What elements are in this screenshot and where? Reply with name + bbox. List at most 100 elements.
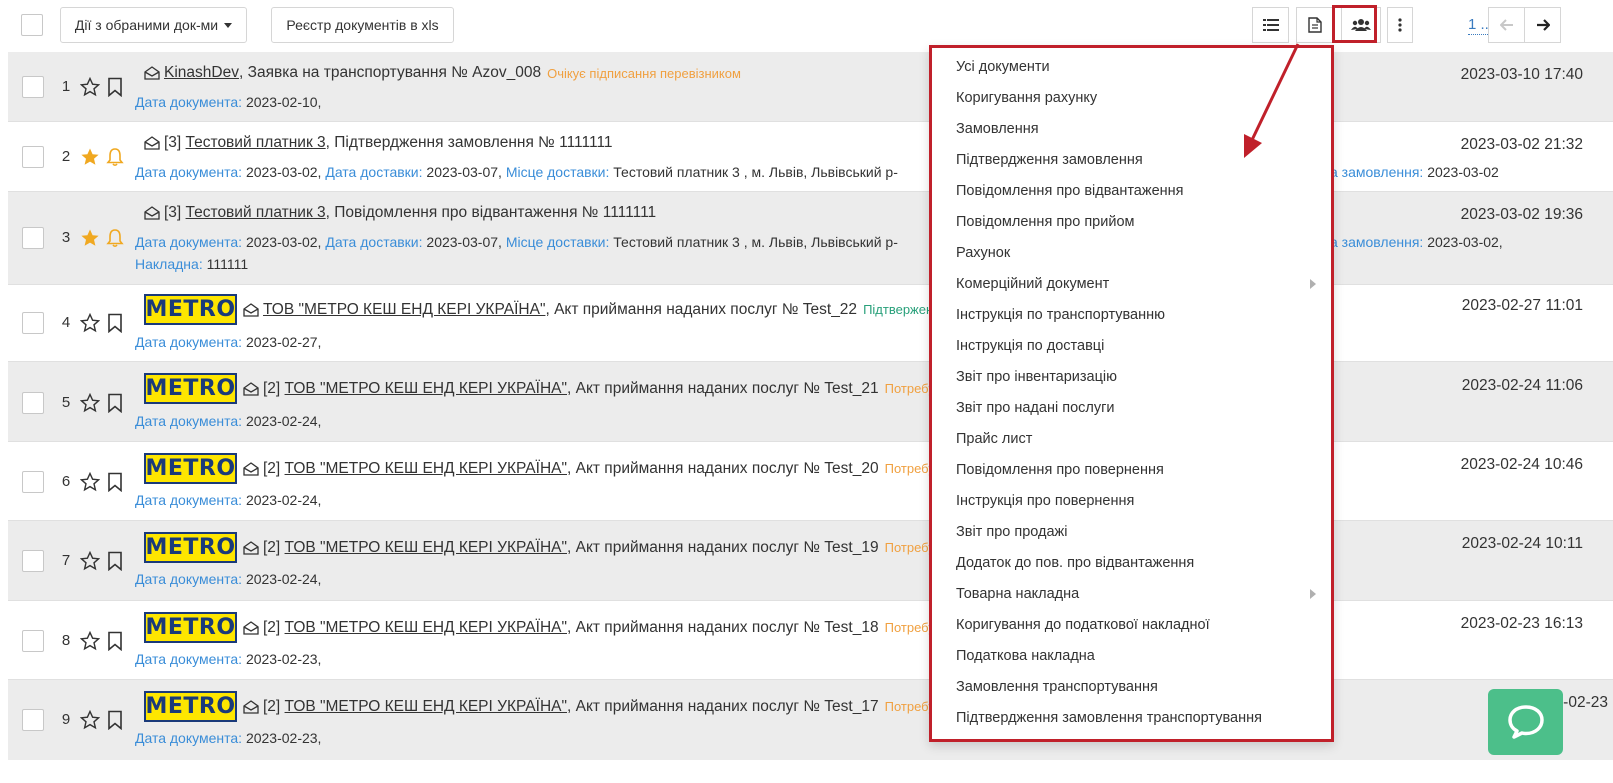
menu-item-transport-instruction[interactable]: Інструкція по транспортуванню: [956, 299, 1326, 330]
menu-item-commercial-document[interactable]: Комерційний документ: [956, 268, 1326, 299]
bookmark-icon[interactable]: [106, 631, 124, 651]
row-checkbox[interactable]: [22, 709, 44, 731]
menu-item-inventory-report[interactable]: Звіт про інвентаризацію: [956, 361, 1326, 392]
menu-item-return-instruction[interactable]: Інструкція про повернення: [956, 485, 1326, 516]
company-link[interactable]: KinashDev: [164, 64, 239, 82]
menu-item-invoice-correction[interactable]: Коригування рахунку: [956, 82, 1326, 113]
bookmark-icon[interactable]: [106, 551, 124, 571]
table-row[interactable]: 8 METRO [2] ТОВ "МЕТРО КЕШ ЕНД КЕРІ УКРА…: [8, 601, 1613, 680]
star-icon[interactable]: [80, 551, 100, 571]
bell-icon[interactable]: [106, 228, 124, 248]
bell-icon[interactable]: [106, 147, 124, 167]
document-name[interactable]: , Заявка на транспортування № Azov_008: [239, 64, 541, 82]
bookmark-icon[interactable]: [106, 77, 124, 97]
star-icon[interactable]: [80, 313, 100, 333]
star-icon[interactable]: [80, 393, 100, 413]
metro-logo-text: METRO: [145, 534, 236, 561]
menu-item-label: Повідомлення про прийом: [956, 213, 1135, 230]
menu-item-dispatch-notice[interactable]: Повідомлення про відвантаження: [956, 175, 1326, 206]
document-name[interactable]: , Підтвердження замовлення № 1111111: [326, 134, 613, 152]
bookmark-icon[interactable]: [106, 710, 124, 730]
menu-item-return-notice[interactable]: Повідомлення про повернення: [956, 454, 1326, 485]
menu-item-label: Повідомлення про повернення: [956, 461, 1164, 478]
row-checkbox[interactable]: [22, 227, 44, 249]
bookmark-icon[interactable]: [106, 313, 124, 333]
metro-logo: METRO: [144, 294, 237, 325]
status-badge: Підтвержен: [863, 302, 934, 317]
company-link[interactable]: Тестовий платник 3: [186, 204, 326, 222]
next-page-button[interactable]: [1524, 7, 1561, 43]
menu-item-price-list[interactable]: Прайс лист: [956, 423, 1326, 454]
menu-item-receipt-notice[interactable]: Повідомлення про прийом: [956, 206, 1326, 237]
menu-item-tax-invoice-correction[interactable]: Коригування до податкової накладної: [956, 609, 1326, 640]
select-all-checkbox[interactable]: [21, 14, 43, 36]
menu-item-all-documents[interactable]: Усі документи: [956, 51, 1326, 82]
registry-xls-button[interactable]: Реєстр документів в xls: [271, 7, 454, 43]
star-filled-icon[interactable]: [80, 147, 100, 167]
menu-item-waybill[interactable]: Товарна накладна: [956, 578, 1326, 609]
menu-item-invoice[interactable]: Рахунок: [956, 237, 1326, 268]
bulk-actions-button[interactable]: Дії з обраними док-ми: [60, 7, 247, 43]
more-options-button[interactable]: [1387, 7, 1413, 43]
menu-item-order[interactable]: Замовлення: [956, 113, 1326, 144]
bookmark-icon[interactable]: [106, 393, 124, 413]
document-name[interactable]: , Повідомлення про відвантаження № 11111…: [326, 204, 657, 222]
table-row[interactable]: 2 [3] Тестовий платник 3, Підтвердження …: [8, 122, 1613, 192]
menu-item-services-report[interactable]: Звіт про надані послуги: [956, 392, 1326, 423]
detail-value: 2023-02-23,: [245, 651, 322, 667]
prev-page-button[interactable]: [1488, 7, 1525, 43]
company-link[interactable]: ТОВ "МЕТРО КЕШ ЕНД КЕРІ УКРАЇНА": [285, 460, 567, 478]
metro-logo: METRO: [144, 373, 237, 404]
row-number: 9: [61, 711, 71, 728]
detail-label: Дата документа:: [135, 413, 243, 429]
metro-logo-text: METRO: [145, 614, 236, 641]
row-checkbox[interactable]: [22, 550, 44, 572]
document-name[interactable]: , Акт приймання наданих послуг № Test_21: [567, 380, 879, 398]
company-link[interactable]: ТОВ "МЕТРО КЕШ ЕНД КЕРІ УКРАЇНА": [285, 380, 567, 398]
row-checkbox[interactable]: [22, 146, 44, 168]
table-row[interactable]: 5 METRO [2] ТОВ "МЕТРО КЕШ ЕНД КЕРІ УКРА…: [8, 362, 1613, 442]
menu-item-label: Замовлення транспортування: [956, 678, 1158, 695]
row-number: 6: [61, 473, 71, 490]
document-icon: [1307, 17, 1322, 33]
document-name[interactable]: , Акт приймання наданих послуг № Test_20: [567, 460, 879, 478]
menu-item-transport-order-confirmation[interactable]: Підтвердження замовлення транспортування: [956, 702, 1326, 733]
detail-label: Дата документа:: [135, 94, 243, 110]
menu-item-tax-invoice[interactable]: Податкова накладна: [956, 640, 1326, 671]
list-view-button[interactable]: [1252, 7, 1289, 43]
star-icon[interactable]: [80, 710, 100, 730]
star-filled-icon[interactable]: [80, 228, 100, 248]
menu-item-delivery-instruction[interactable]: Інструкція по доставці: [956, 330, 1326, 361]
document-type-filter-button[interactable]: [1296, 7, 1333, 43]
row-checkbox[interactable]: [22, 392, 44, 414]
menu-item-sales-report[interactable]: Звіт про продажі: [956, 516, 1326, 547]
company-link[interactable]: ТОВ "МЕТРО КЕШ ЕНД КЕРІ УКРАЇНА": [285, 539, 567, 557]
menu-item-label: Податкова накладна: [956, 647, 1095, 664]
table-row[interactable]: 6 METRO [2] ТОВ "МЕТРО КЕШ ЕНД КЕРІ УКРА…: [8, 442, 1613, 521]
row-checkbox[interactable]: [22, 471, 44, 493]
menu-item-dispatch-notice-appendix[interactable]: Додаток до пов. про відвантаження: [956, 547, 1326, 578]
document-name[interactable]: , Акт приймання наданих послуг № Test_18: [567, 619, 879, 637]
table-row[interactable]: 7 METRO [2] ТОВ "МЕТРО КЕШ ЕНД КЕРІ УКРА…: [8, 521, 1613, 601]
document-name[interactable]: , Акт приймання наданих послуг № Test_17: [567, 698, 879, 716]
document-name[interactable]: , Акт приймання наданих послуг № Test_19: [567, 539, 879, 557]
star-icon[interactable]: [80, 77, 100, 97]
company-link[interactable]: Тестовий платник 3: [186, 134, 326, 152]
table-row[interactable]: 4 METRO ТОВ "МЕТРО КЕШ ЕНД КЕРІ УКРАЇНА"…: [8, 285, 1613, 362]
menu-item-transport-order[interactable]: Замовлення транспортування: [956, 671, 1326, 702]
row-checkbox[interactable]: [22, 630, 44, 652]
table-row[interactable]: 9 METRO [2] ТОВ "МЕТРО КЕШ ЕНД КЕРІ УКРА…: [8, 680, 1613, 760]
star-icon[interactable]: [80, 472, 100, 492]
company-link[interactable]: ТОВ "МЕТРО КЕШ ЕНД КЕРІ УКРАЇНА": [285, 619, 567, 637]
company-link[interactable]: ТОВ "МЕТРО КЕШ ЕНД КЕРІ УКРАЇНА": [285, 698, 567, 716]
table-row[interactable]: 1 KinashDev, Заявка на транспортування №…: [8, 52, 1613, 122]
table-row[interactable]: 3 [3] Тестовий платник 3, Повідомлення п…: [8, 192, 1613, 285]
company-link[interactable]: ТОВ "МЕТРО КЕШ ЕНД КЕРІ УКРАЇНА": [263, 301, 545, 319]
chat-button[interactable]: [1488, 689, 1563, 755]
document-name[interactable]: , Акт приймання наданих послуг № Test_22: [545, 301, 857, 319]
star-icon[interactable]: [80, 631, 100, 651]
menu-item-order-confirmation[interactable]: Підтвердження замовлення: [956, 144, 1326, 175]
row-checkbox[interactable]: [22, 312, 44, 334]
bookmark-icon[interactable]: [106, 472, 124, 492]
row-checkbox[interactable]: [22, 76, 44, 98]
